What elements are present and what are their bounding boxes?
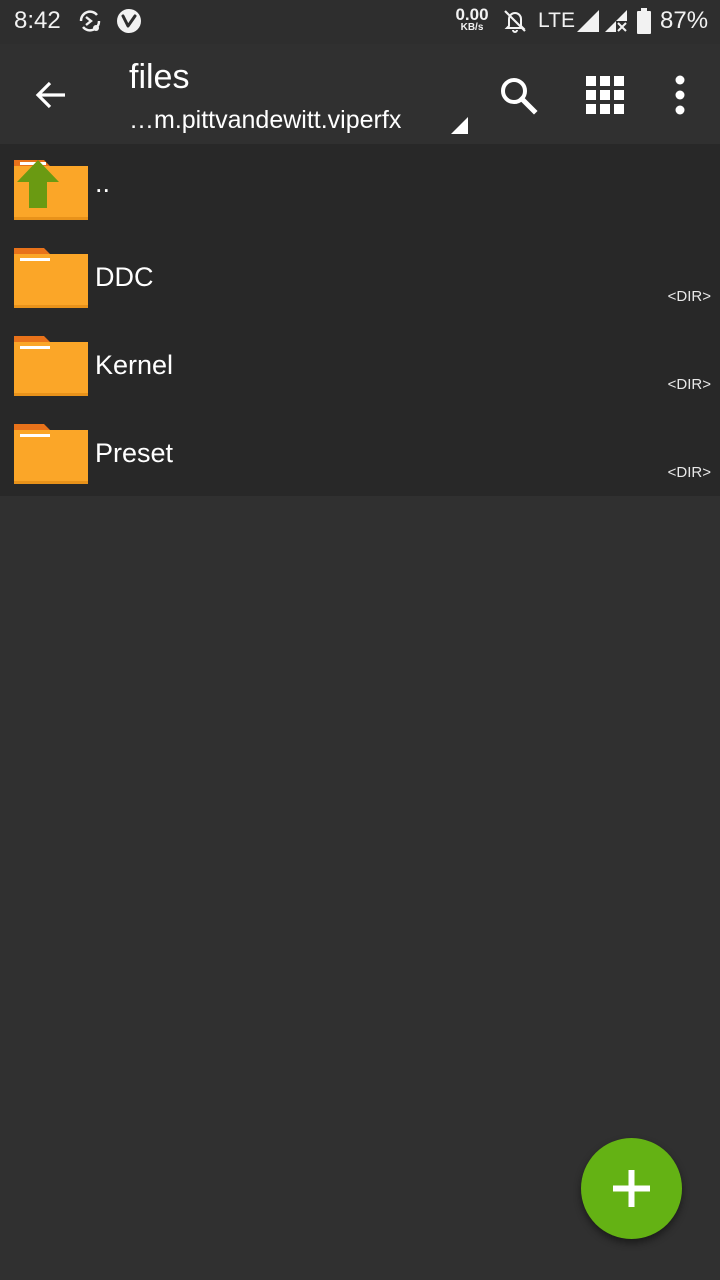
add-button[interactable]	[581, 1138, 682, 1239]
arrow-back-icon[interactable]	[30, 74, 72, 116]
sync-icon	[77, 8, 103, 39]
list-item-kernel[interactable]: Kernel <DIR>	[0, 320, 720, 408]
file-list: .. DDC <DIR> Kernel <DIR> Preset <DIR>	[0, 144, 720, 496]
list-item-label: DDC	[95, 262, 154, 292]
list-item-label: Preset	[95, 438, 174, 468]
item-type-badge: <DIR>	[667, 376, 711, 393]
add-icon	[613, 1170, 650, 1207]
search-icon[interactable]	[497, 74, 539, 116]
net-speed: 0.00 KB/s	[452, 6, 492, 33]
network-type: LTE	[538, 9, 575, 32]
page-title: files	[129, 58, 190, 96]
toolbar: files …m.pittvandewitt.viperfx	[0, 44, 720, 144]
grid-view-icon[interactable]	[584, 74, 626, 116]
list-item-label: ..	[95, 168, 111, 198]
signal-icon	[576, 9, 600, 38]
list-item-preset[interactable]: Preset <DIR>	[0, 408, 720, 496]
path-selector[interactable]: …m.pittvandewitt.viperfx	[129, 106, 401, 135]
battery-percent: 87%	[660, 7, 709, 34]
folder-icon	[14, 334, 88, 396]
dropdown-caret-icon[interactable]	[449, 115, 469, 135]
notifications-off-icon	[502, 8, 528, 39]
folder-up-icon	[14, 158, 88, 220]
vivaldi-icon	[116, 8, 142, 39]
item-type-badge: <DIR>	[667, 288, 711, 305]
net-speed-unit: KB/s	[460, 22, 484, 33]
more-vert-icon[interactable]	[662, 74, 698, 116]
list-item-ddc[interactable]: DDC <DIR>	[0, 232, 720, 320]
net-speed-value: 0.00	[455, 5, 489, 24]
battery-icon	[636, 7, 652, 40]
list-item-parent[interactable]: ..	[0, 144, 720, 232]
folder-icon	[14, 422, 88, 484]
status-bar: 8:42 0.00 KB/s LTE 87%	[0, 0, 720, 44]
status-time: 8:42	[14, 7, 61, 34]
item-type-badge: <DIR>	[667, 464, 711, 481]
list-item-label: Kernel	[95, 350, 174, 380]
folder-icon	[14, 246, 88, 308]
signal-no-data-icon	[604, 9, 630, 38]
